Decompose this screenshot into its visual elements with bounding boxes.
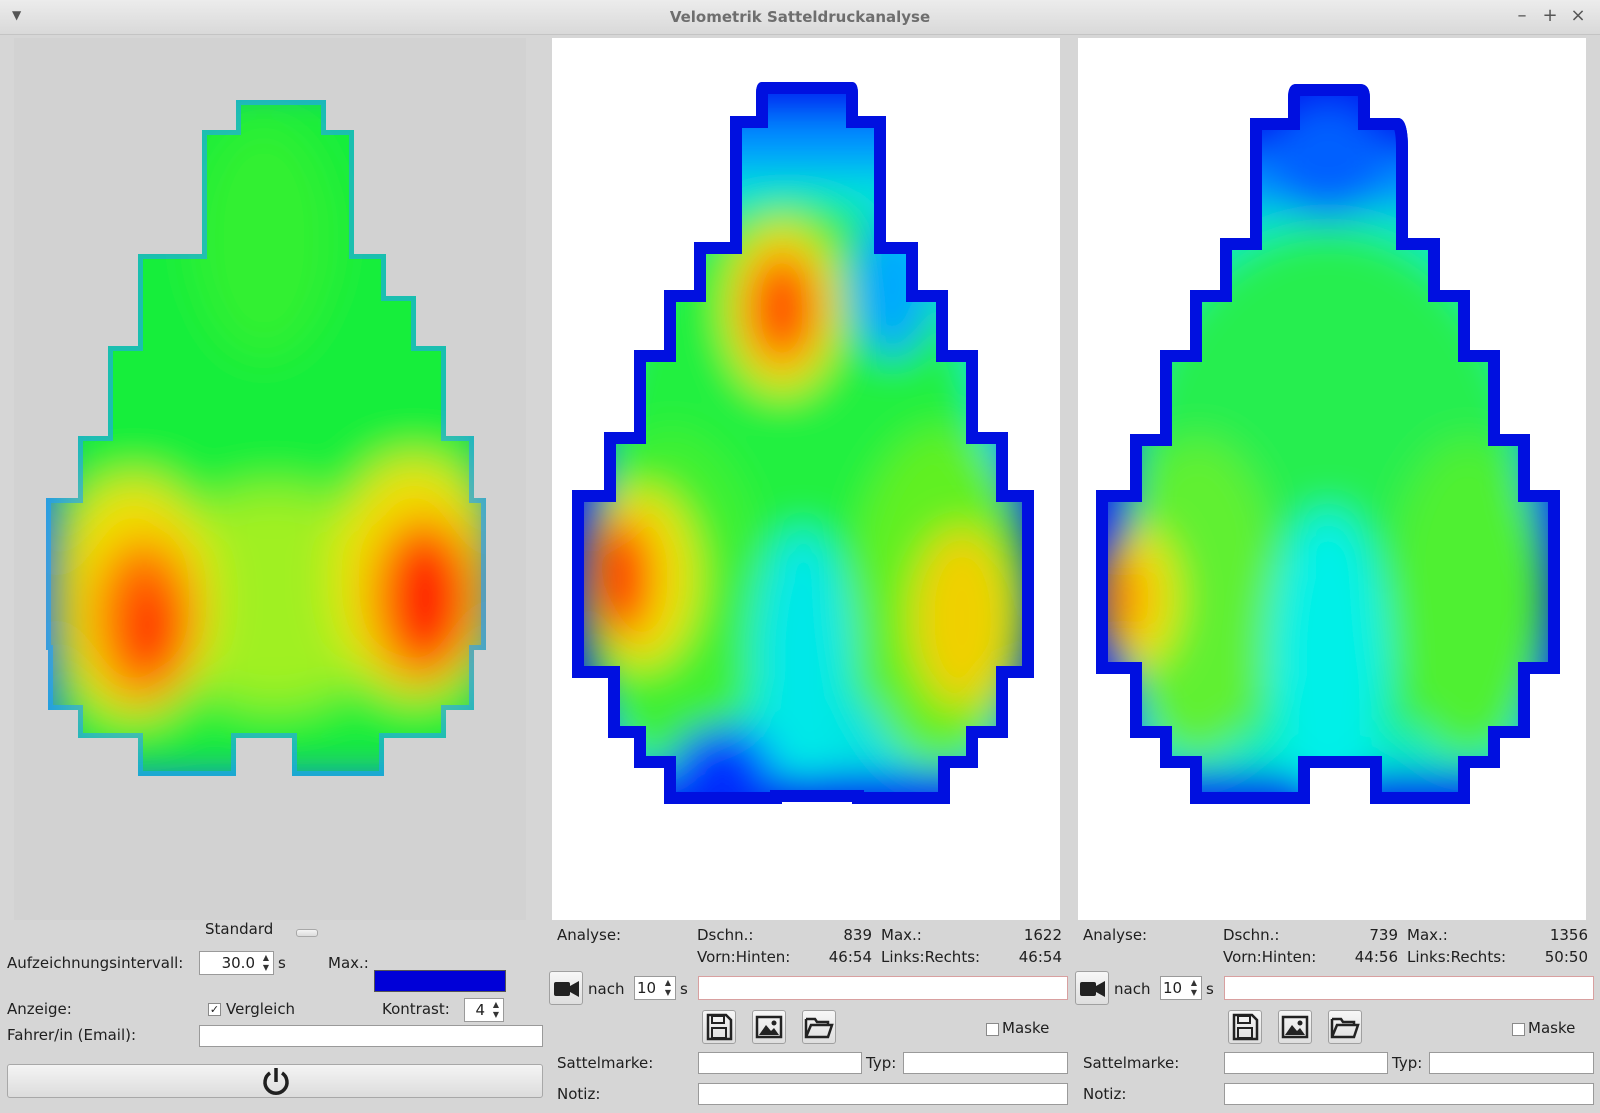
record-video-button[interactable] <box>1075 971 1109 1005</box>
rider-email-field[interactable] <box>199 1025 543 1047</box>
analysis-label: Analyse: <box>1083 926 1148 944</box>
front-back-label: Vorn:Hinten: <box>697 948 791 966</box>
left-right-label: Links:Rechts: <box>1407 948 1507 966</box>
spinner-arrows-icon[interactable]: ▲ ▼ <box>490 1000 502 1020</box>
front-back-label: Vorn:Hinten: <box>1223 948 1317 966</box>
front-back-value: 44:56 <box>1354 948 1398 966</box>
mask-label: Maske <box>1002 1019 1050 1037</box>
mask-checkbox[interactable] <box>986 1023 999 1036</box>
note-field[interactable] <box>1224 1083 1594 1105</box>
max-label: Max.: <box>881 926 922 944</box>
max-label: Max.: <box>328 954 369 972</box>
saddle-brand-field[interactable] <box>1224 1052 1388 1074</box>
status-field <box>698 976 1068 1000</box>
minimize-icon[interactable]: – <box>1512 5 1532 26</box>
left-right-label: Links:Rechts: <box>881 948 981 966</box>
open-folder-button[interactable] <box>1328 1010 1362 1044</box>
live-pressure-map <box>14 38 526 920</box>
left-right-value: 50:50 <box>1544 948 1588 966</box>
type-field[interactable] <box>1429 1052 1594 1074</box>
average-label: Dschn.: <box>697 926 754 944</box>
mask-checkbox[interactable] <box>1512 1023 1525 1036</box>
window-title: Velometrik Satteldruckanalyse <box>669 8 931 26</box>
compare-label: Vergleich <box>226 1000 296 1018</box>
after-label: nach <box>1114 980 1151 998</box>
video-camera-icon <box>1080 981 1105 997</box>
image-icon <box>755 1015 783 1039</box>
interval-value: 30.0 <box>221 954 255 972</box>
max-value: 1622 <box>1023 926 1062 944</box>
after-seconds-spinner[interactable]: 10 ▲ ▼ <box>634 976 676 1000</box>
export-image-button[interactable] <box>752 1010 786 1044</box>
floppy-disk-icon <box>1232 1013 1259 1041</box>
compare-checkbox[interactable]: ✓ <box>208 1003 221 1016</box>
title-bar: ▼ Velometrik Satteldruckanalyse – + × <box>0 0 1600 35</box>
mode-toggle[interactable] <box>296 929 318 937</box>
status-field <box>1224 976 1594 1000</box>
spinner-arrows-icon[interactable]: ▲ ▼ <box>1188 978 1200 998</box>
left-right-value: 46:54 <box>1018 948 1062 966</box>
save-button[interactable] <box>702 1010 736 1044</box>
after-unit: s <box>1206 980 1214 998</box>
image-icon <box>1281 1015 1309 1039</box>
video-camera-icon <box>554 981 579 997</box>
open-folder-button[interactable] <box>802 1010 836 1044</box>
max-value: 1356 <box>1549 926 1588 944</box>
maximize-icon[interactable]: + <box>1540 5 1560 26</box>
average-value: 739 <box>1369 926 1398 944</box>
mask-label: Maske <box>1528 1019 1576 1037</box>
type-label: Typ: <box>1392 1054 1423 1072</box>
floppy-disk-icon <box>706 1013 733 1041</box>
after-unit: s <box>680 980 688 998</box>
close-icon[interactable]: × <box>1568 5 1588 26</box>
folder-open-icon <box>804 1017 834 1039</box>
after-seconds-spinner[interactable]: 10 ▲ ▼ <box>1160 976 1202 1000</box>
spinner-arrows-icon[interactable]: ▲ ▼ <box>260 953 272 973</box>
export-image-button[interactable] <box>1278 1010 1312 1044</box>
display-label: Anzeige: <box>7 1000 72 1018</box>
power-button[interactable] <box>7 1064 543 1098</box>
contrast-label: Kontrast: <box>382 1000 450 1018</box>
average-value: 839 <box>843 926 872 944</box>
mode-label: Standard <box>205 920 274 938</box>
note-label: Notiz: <box>1083 1085 1127 1103</box>
max-color-swatch[interactable] <box>374 970 506 992</box>
save-button[interactable] <box>1228 1010 1262 1044</box>
contrast-value: 4 <box>475 1001 485 1019</box>
front-back-value: 46:54 <box>828 948 872 966</box>
folder-open-icon <box>1330 1017 1360 1039</box>
saddle-brand-label: Sattelmarke: <box>557 1054 654 1072</box>
saddle-brand-field[interactable] <box>698 1052 862 1074</box>
compare-map-2 <box>1078 38 1586 920</box>
max-label: Max.: <box>1407 926 1448 944</box>
contrast-spinner[interactable]: 4 ▲ ▼ <box>464 998 504 1022</box>
spinner-arrows-icon[interactable]: ▲ ▼ <box>662 978 674 998</box>
power-icon <box>263 1068 289 1095</box>
type-field[interactable] <box>903 1052 1068 1074</box>
interval-label: Aufzeichnungsintervall: <box>7 954 184 972</box>
interval-spinner[interactable]: 30.0 ▲ ▼ <box>199 951 274 975</box>
after-label: nach <box>588 980 625 998</box>
average-label: Dschn.: <box>1223 926 1280 944</box>
interval-unit: s <box>278 954 286 972</box>
note-label: Notiz: <box>557 1085 601 1103</box>
compare-map-1 <box>552 38 1060 920</box>
analysis-label: Analyse: <box>557 926 622 944</box>
rider-label: Fahrer/in (Email): <box>7 1026 137 1044</box>
saddle-brand-label: Sattelmarke: <box>1083 1054 1180 1072</box>
type-label: Typ: <box>866 1054 897 1072</box>
note-field[interactable] <box>698 1083 1068 1105</box>
record-video-button[interactable] <box>549 971 583 1005</box>
